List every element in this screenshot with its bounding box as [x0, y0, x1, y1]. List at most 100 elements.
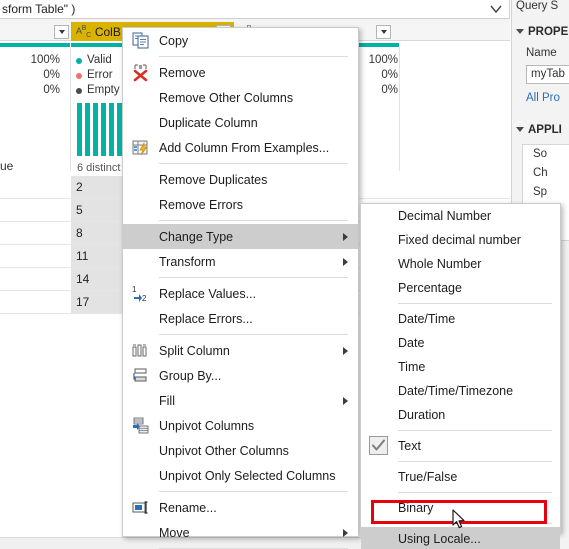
query-name-input[interactable]: myTab	[526, 65, 569, 84]
histogram-bar	[93, 103, 98, 156]
legend-error-colb: Error	[76, 68, 120, 83]
menu-item-remove-other-columns[interactable]: Remove Other Columns	[123, 85, 358, 110]
cell-col-a[interactable]	[0, 245, 70, 267]
submenu-item-decimal-number[interactable]: Decimal Number	[361, 204, 560, 228]
submenu-arrow-icon	[343, 232, 348, 241]
menu-item-change-type[interactable]: Change Type	[123, 224, 358, 249]
checkmark-icon	[369, 436, 388, 455]
submenu-item-label: Fixed decimal number	[398, 233, 521, 247]
change-type-submenu[interactable]: Decimal Number Fixed decimal number Whol…	[360, 203, 561, 549]
submenu-separator	[398, 523, 552, 524]
copy-icon	[131, 31, 151, 50]
formula-bar-text: sform Table" )	[2, 2, 76, 16]
histogram-bar	[77, 103, 82, 156]
menu-item-label: Remove	[159, 65, 206, 80]
name-label: Name	[526, 47, 557, 59]
applied-step-item[interactable]: Ch	[523, 164, 569, 183]
properties-section-header[interactable]: PROPE	[516, 26, 568, 38]
menu-item-group-by[interactable]: Group By...	[123, 363, 358, 388]
menu-item-remove[interactable]: Remove	[123, 60, 358, 85]
menu-item-fill[interactable]: Fill	[123, 388, 358, 413]
remove-column-icon	[131, 63, 151, 82]
submenu-item-label: Date/Time	[398, 312, 456, 326]
power-query-editor-window: sform Table" ) ABC ColB ABC ColC	[0, 0, 569, 549]
filter-dropdown-icon-colc[interactable]	[376, 25, 391, 39]
applied-step-item[interactable]: Sp	[523, 183, 569, 202]
filter-dropdown-icon[interactable]	[54, 25, 69, 39]
submenu-item-duration[interactable]: Duration	[361, 403, 560, 427]
cell-col-a[interactable]	[0, 268, 70, 290]
submenu-arrow-icon	[343, 528, 348, 537]
submenu-item-true-false[interactable]: True/False	[361, 465, 560, 489]
menu-item-duplicate-column[interactable]: Duplicate Column	[123, 110, 358, 135]
menu-item-remove-duplicates[interactable]: Remove Duplicates	[123, 167, 358, 192]
menu-item-label: Change Type	[159, 229, 234, 244]
svg-text:2: 2	[142, 294, 147, 303]
add-column-from-examples-icon	[131, 138, 151, 157]
submenu-item-time[interactable]: Time	[361, 355, 560, 379]
quality-stats-a: 100% 0% 0%	[0, 53, 60, 98]
rename-icon	[131, 498, 151, 517]
submenu-item-fixed-decimal-number[interactable]: Fixed decimal number	[361, 228, 560, 252]
histogram-bar	[85, 103, 90, 156]
query-settings-title: Query S	[512, 0, 569, 17]
submenu-item-label: Date	[398, 336, 425, 350]
mouse-pointer-icon	[452, 509, 468, 534]
submenu-item-label: Whole Number	[398, 257, 482, 271]
group-by-icon	[131, 366, 151, 385]
submenu-item-label: Percentage	[398, 281, 462, 295]
menu-item-label: Split Column	[159, 343, 230, 358]
menu-item-unpivot-other-columns[interactable]: Unpivot Other Columns	[123, 438, 358, 463]
menu-item-label: Remove Errors	[159, 197, 244, 212]
menu-item-add-column-from-examples[interactable]: Add Column From Examples...	[123, 135, 358, 160]
menu-item-replace-values[interactable]: 1 2 Replace Values...	[123, 281, 358, 306]
submenu-item-date-time[interactable]: Date/Time	[361, 307, 560, 331]
menu-item-split-column[interactable]: Split Column	[123, 338, 358, 363]
menu-item-label: Unpivot Columns	[159, 418, 255, 433]
split-column-icon	[131, 341, 151, 360]
menu-item-transform[interactable]: Transform	[123, 249, 358, 274]
menu-separator	[159, 56, 348, 57]
menu-item-replace-errors[interactable]: Replace Errors...	[123, 306, 358, 331]
cell-col-a[interactable]	[0, 199, 70, 221]
legend-empty-colb: Empty	[76, 83, 120, 98]
submenu-item-whole-number[interactable]: Whole Number	[361, 252, 560, 276]
submenu-item-date[interactable]: Date	[361, 331, 560, 355]
unpivot-columns-icon	[131, 416, 151, 435]
all-properties-link[interactable]: All Pro	[526, 92, 560, 104]
formula-bar[interactable]: sform Table" )	[0, 0, 510, 19]
svg-text:1: 1	[132, 285, 137, 294]
cell-col-a[interactable]	[0, 222, 70, 244]
menu-item-unpivot-only-selected-columns[interactable]: Unpivot Only Selected Columns	[123, 463, 358, 488]
submenu-item-percentage[interactable]: Percentage	[361, 276, 560, 300]
distinct-count-colb: 6 distinct	[77, 162, 121, 174]
quality-bar-a	[0, 43, 70, 47]
menu-item-label: Rename...	[159, 500, 217, 515]
menu-item-copy[interactable]: Copy	[123, 28, 358, 53]
collapse-triangle-icon	[516, 127, 524, 132]
menu-item-unpivot-columns[interactable]: Unpivot Columns	[123, 413, 358, 438]
menu-separator	[159, 163, 348, 164]
column-context-menu[interactable]: Copy Remove Remove Other Columns Duplica…	[122, 27, 359, 549]
applied-steps-section-label: APPLI	[528, 124, 562, 136]
menu-item-move[interactable]: Move	[123, 520, 358, 545]
column-separator	[399, 47, 400, 171]
cell-col-a[interactable]	[0, 291, 70, 313]
applied-steps-section-header[interactable]: APPLI	[516, 124, 562, 136]
menu-item-label: Fill	[159, 393, 175, 408]
submenu-separator	[398, 461, 552, 462]
menu-item-remove-errors[interactable]: Remove Errors	[123, 192, 358, 217]
empty-dot-icon	[76, 87, 82, 94]
submenu-item-date-time-timezone[interactable]: Date/Time/Timezone	[361, 379, 560, 403]
cell-col-a[interactable]	[0, 176, 70, 198]
error-pct-a: 0%	[43, 69, 60, 81]
submenu-item-text[interactable]: Text	[361, 434, 560, 458]
histogram-bar	[101, 103, 106, 156]
menu-item-label: Add Column From Examples...	[159, 140, 330, 155]
submenu-item-label: Date/Time/Timezone	[398, 384, 514, 398]
menu-item-rename[interactable]: Rename...	[123, 495, 358, 520]
error-dot-icon	[76, 72, 82, 79]
menu-separator	[159, 277, 348, 278]
chevron-down-icon[interactable]	[489, 2, 503, 16]
applied-step-item[interactable]: So	[523, 145, 569, 164]
